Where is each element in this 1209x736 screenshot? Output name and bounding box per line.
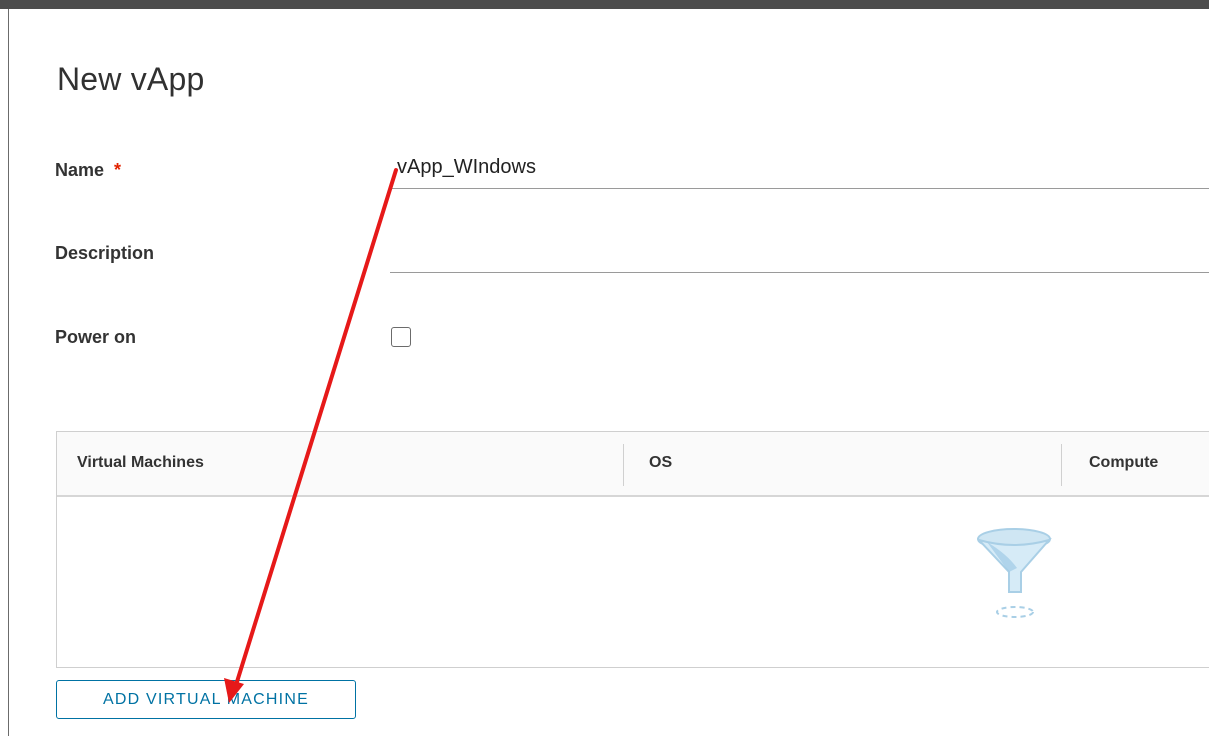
description-label: Description <box>55 243 155 263</box>
dialog-title: New vApp <box>57 61 205 97</box>
column-header-os[interactable]: OS <box>649 454 672 472</box>
power-on-checkbox[interactable] <box>391 327 411 347</box>
new-vapp-dialog: New vApp Name * vApp_WIndows Description … <box>9 9 1209 736</box>
column-header-compute[interactable]: Compute <box>1089 454 1158 472</box>
name-field[interactable]: vApp_WIndows <box>397 156 536 179</box>
power-on-label: Power on <box>55 327 137 347</box>
column-divider[interactable] <box>623 444 624 486</box>
column-header-virtual-machines[interactable]: Virtual Machines <box>77 454 204 472</box>
name-label: Name * <box>55 160 121 181</box>
window-left-edge <box>0 9 9 736</box>
virtual-machines-grid: Virtual Machines OS Compute <box>56 431 1209 668</box>
window-top-bar <box>0 0 1209 9</box>
name-field-underline <box>390 188 1209 189</box>
column-divider[interactable] <box>1061 444 1062 486</box>
funnel-filter-icon <box>977 528 1052 618</box>
description-field-underline <box>390 272 1209 273</box>
required-asterisk: * <box>114 160 122 180</box>
name-label-text: Name <box>55 160 105 180</box>
grid-header: Virtual Machines OS Compute <box>57 432 1209 497</box>
add-virtual-machine-button[interactable]: ADD VIRTUAL MACHINE <box>56 680 356 719</box>
